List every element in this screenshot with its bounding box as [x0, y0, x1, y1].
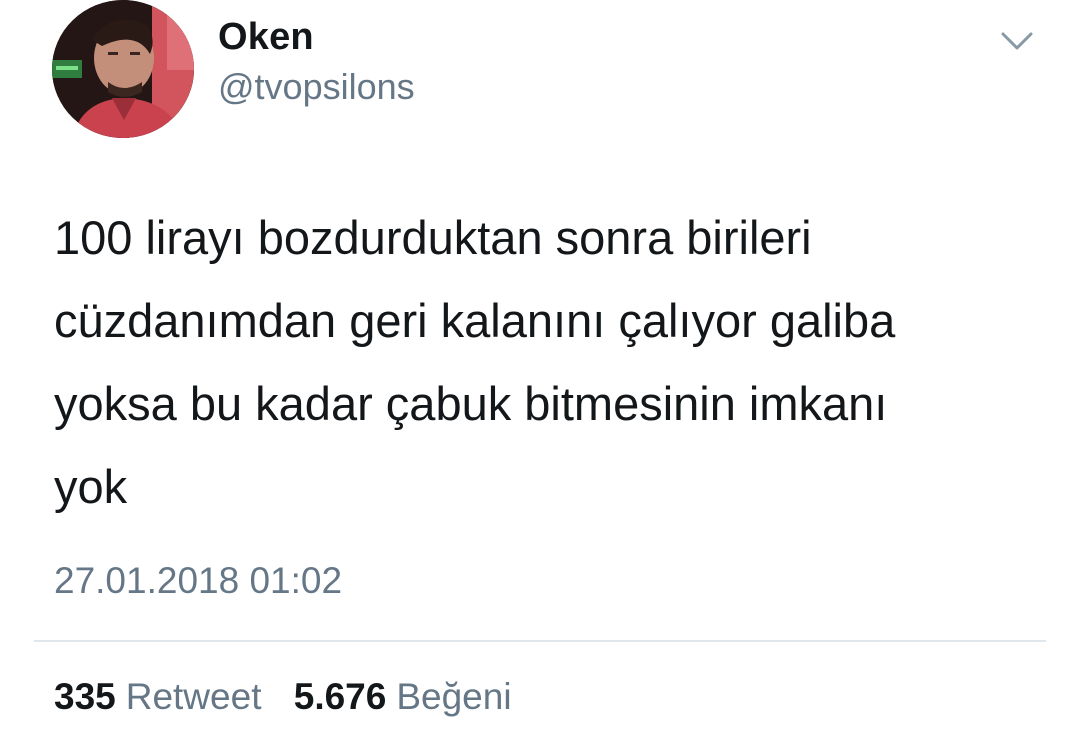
tweet-text-line: yoksa bu kadar çabuk bitmesinin imkanı [54, 377, 888, 430]
divider [34, 640, 1046, 642]
tweet-card: Oken @tvopsilons 100 lirayı bozdurduktan… [0, 0, 1080, 754]
likes-count: 5.676 [293, 676, 387, 717]
tweet-stats: 335 Retweet 5.676 Beğeni [54, 676, 512, 718]
tweet-text: 100 lirayı bozdurduktan sonra birileri c… [54, 196, 1044, 528]
author-avatar[interactable] [52, 0, 194, 138]
retweets-label: Retweet [125, 676, 262, 717]
tweet-timestamp[interactable]: 27.01.2018 01:02 [54, 560, 342, 602]
retweets-count: 335 [54, 676, 116, 717]
chevron-down-icon[interactable] [1000, 30, 1034, 52]
tweet-text-line: cüzdanımdan geri kalanını çalıyor galiba [54, 294, 896, 347]
author-handle[interactable]: @tvopsilons [218, 66, 415, 108]
likes-stat[interactable]: 5.676 Beğeni [294, 676, 512, 718]
retweets-stat[interactable]: 335 Retweet [54, 676, 261, 718]
tweet-text-line: yok [54, 460, 128, 513]
avatar-photo [52, 0, 194, 138]
likes-label: Beğeni [396, 676, 512, 717]
tweet-text-line: 100 lirayı bozdurduktan sonra birileri [54, 211, 812, 264]
author-display-name[interactable]: Oken [218, 16, 314, 59]
